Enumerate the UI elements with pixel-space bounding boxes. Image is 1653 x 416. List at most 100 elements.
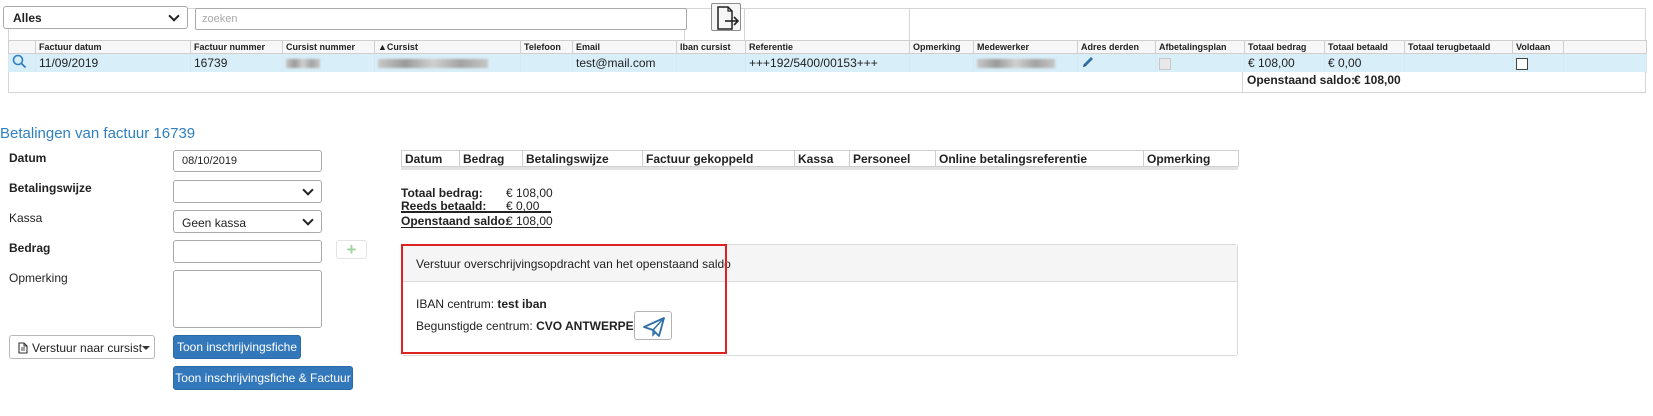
table-row[interactable]: 11/09/2019 16739 test@mail.com +++192/54… (8, 53, 1647, 73)
toon-inschrijvingsfiche-factuur-button[interactable]: Toon inschrijvingsfiche & Factuur (173, 366, 353, 390)
openstaand-saldo-value: € 108,00 (506, 214, 553, 228)
email-cell: test@mail.com (572, 53, 677, 73)
column-header[interactable]: Factuur nummer (190, 40, 283, 54)
voldaan-checkbox[interactable] (1516, 57, 1528, 70)
column-header[interactable]: Voldaan (1512, 40, 1564, 54)
bedrag-input[interactable] (173, 240, 322, 263)
column-header[interactable]: Datum (401, 150, 460, 167)
redacted-text (378, 59, 488, 69)
column-header[interactable]: Cursist nummer (282, 40, 375, 54)
opmerking-label: Opmerking (9, 271, 68, 285)
totaal-bedrag-label: Totaal bedrag: (401, 186, 483, 200)
kassa-select[interactable]: Geen kassa (173, 210, 322, 233)
totals-divider (401, 211, 551, 213)
highlight-box (401, 244, 727, 354)
plus-icon: + (346, 240, 357, 259)
invoice-table: Factuur datum Factuur nummer Cursist num… (8, 40, 1647, 73)
kassa-label: Kassa (9, 211, 43, 225)
column-header (8, 40, 36, 54)
section-title: Betalingen van factuur 16739 (0, 125, 196, 142)
afbetalingsplan-checkbox (1159, 57, 1171, 70)
column-header[interactable]: Afbetalingsplan (1155, 40, 1245, 54)
table-header: Factuur datum Factuur nummer Cursist num… (8, 40, 1647, 54)
column-header[interactable]: Opmerking (1143, 150, 1239, 167)
summary-row: Openstaand saldo: € 108,00 (8, 72, 1646, 93)
telefoon-cell (520, 53, 573, 73)
opmerking-textarea[interactable] (173, 270, 322, 328)
column-header[interactable]: Bedrag (459, 150, 523, 167)
verstuur-naar-cursist-label: Verstuur naar cursist (32, 341, 143, 355)
column-header[interactable]: Telefoon (520, 40, 573, 54)
openstaand-saldo-label: Openstaand saldo: (1247, 73, 1356, 87)
column-header[interactable]: Totaal bedrag (1244, 40, 1325, 54)
document-icon (18, 342, 28, 354)
referentie-cell: +++192/5400/00153+++ (745, 53, 910, 73)
adres-derden-cell[interactable] (1077, 53, 1156, 73)
table-footer-bar (401, 167, 1238, 170)
opmerking-cell (909, 53, 974, 73)
datum-input[interactable]: 08/10/2019 (173, 150, 322, 172)
view-cell[interactable] (8, 53, 36, 73)
chevron-down-icon (168, 10, 180, 22)
redacted-text (977, 59, 1055, 69)
chevron-down-icon (302, 184, 314, 196)
voldaan-cell[interactable] (1512, 53, 1564, 73)
table-header: Datum Bedrag Betalingswijze Factuur geko… (401, 150, 1239, 167)
totaal-bedrag-value: € 108,00 (506, 186, 553, 200)
export-button[interactable] (711, 3, 741, 31)
factuur-datum-cell: 11/09/2019 (35, 53, 191, 73)
column-header[interactable]: Medewerker (973, 40, 1078, 54)
betalingswijze-label: Betalingswijze (9, 181, 92, 195)
divider (1242, 72, 1243, 93)
export-icon (717, 6, 740, 30)
column-header[interactable]: Online betalingsreferentie (935, 150, 1144, 167)
send-icon (643, 317, 665, 337)
totaal-bedrag-cell: € 108,00 (1244, 53, 1325, 73)
totals-underline (401, 227, 551, 228)
verstuur-naar-cursist-button[interactable]: Verstuur naar cursist (9, 335, 155, 359)
openstaand-saldo-value: € 108,00 (1354, 73, 1401, 87)
column-header[interactable]: Totaal betaald (1324, 40, 1405, 54)
add-payment-button[interactable]: + (336, 240, 367, 259)
caret-down-icon (142, 346, 150, 350)
filter-select-value: Alles (13, 11, 42, 25)
column-header[interactable]: Factuur datum (35, 40, 191, 54)
openstaand-saldo-label: Openstaand saldo: (401, 214, 510, 228)
divider (744, 9, 745, 41)
cursist-cell (374, 53, 521, 73)
kassa-value: Geen kassa (182, 216, 247, 230)
column-header[interactable]: Totaal terugbetaald (1404, 40, 1513, 54)
search-icon[interactable] (12, 54, 27, 69)
column-header[interactable]: ▲Cursist (374, 40, 521, 54)
datum-value: 08/10/2019 (182, 155, 238, 167)
empty-cell (1563, 53, 1647, 73)
search-input[interactable] (195, 8, 687, 30)
pencil-icon[interactable] (1081, 55, 1095, 69)
column-header (1563, 40, 1647, 54)
send-transfer-button[interactable] (634, 311, 672, 340)
bedrag-label: Bedrag (9, 241, 51, 255)
column-header[interactable]: Iban cursist (676, 40, 746, 54)
filter-select[interactable]: Alles (3, 6, 188, 29)
redacted-text (286, 59, 320, 69)
factuur-nummer-cell: 16739 (190, 53, 283, 73)
chevron-down-icon (302, 214, 314, 226)
totaal-betaald-cell: € 0,00 (1324, 53, 1405, 73)
datum-label: Datum (9, 151, 47, 165)
column-header[interactable]: Kassa (794, 150, 850, 167)
cursist-nummer-cell (282, 53, 375, 73)
column-header[interactable]: Referentie (745, 40, 910, 54)
afbetalingsplan-cell (1155, 53, 1245, 73)
column-header[interactable]: Personeel (849, 150, 936, 167)
betalingswijze-select[interactable] (173, 180, 322, 203)
medewerker-cell (973, 53, 1078, 73)
column-header[interactable]: Opmerking (909, 40, 974, 54)
column-header[interactable]: Email (572, 40, 677, 54)
column-header[interactable]: Factuur gekoppeld (642, 150, 795, 167)
column-header[interactable]: Adres derden (1077, 40, 1156, 54)
column-header[interactable]: Betalingswijze (522, 150, 643, 167)
toon-inschrijvingsfiche-button[interactable]: Toon inschrijvingsfiche (173, 335, 301, 359)
iban-cursist-cell (676, 53, 746, 73)
divider (909, 9, 910, 41)
totaal-terugbetaald-cell (1404, 53, 1513, 73)
